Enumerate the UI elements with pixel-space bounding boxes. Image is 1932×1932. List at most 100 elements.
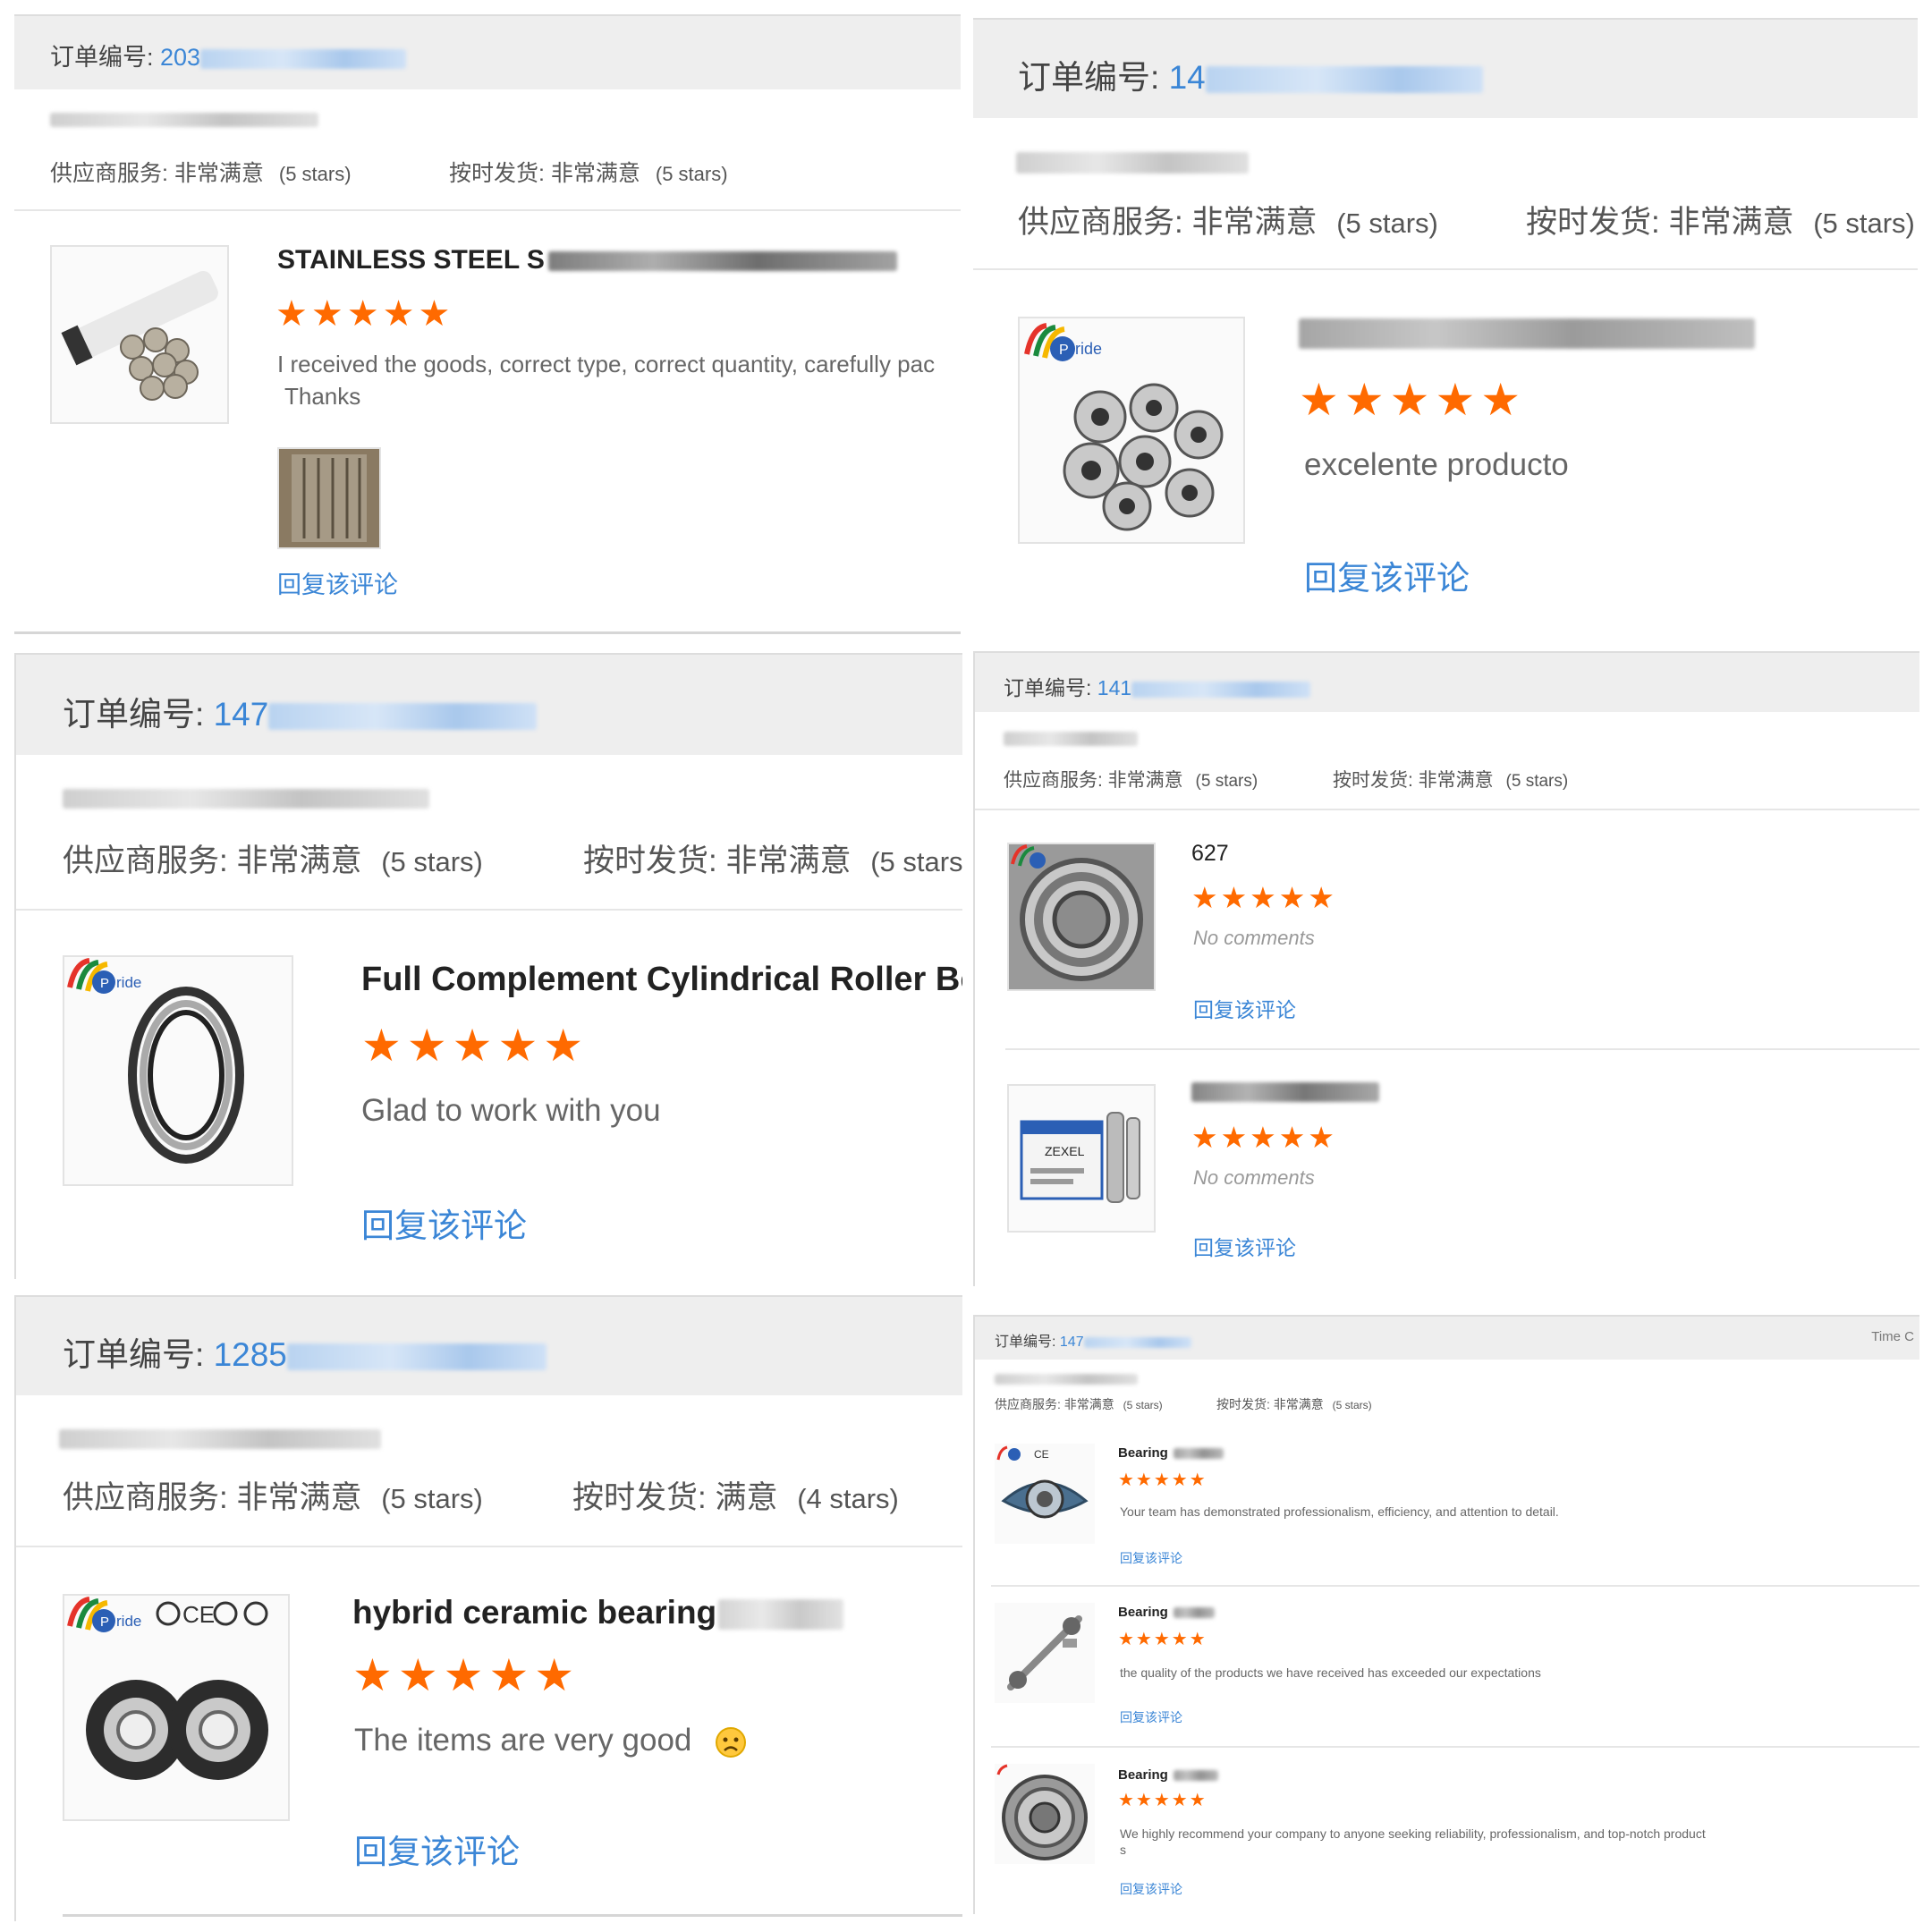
order-header: 订单编号: 147 Time C	[975, 1315, 1919, 1360]
reply-link[interactable]: 回复该评论	[1120, 1880, 1182, 1898]
supplier-service-rating: 供应商服务: 非常满意 (5 stars)	[63, 843, 483, 878]
order-label: 订单编号:	[63, 1336, 214, 1373]
review-panel-2: 订单编号: 14 供应商服务: 非常满意 (5 stars) 按时发货: 非常满…	[973, 18, 1918, 635]
review-comment: Your team has demonstrated professionali…	[1120, 1504, 1559, 1519]
pride-logo: Pride	[1024, 323, 1102, 361]
reply-link[interactable]: 回复该评论	[1304, 551, 1470, 599]
supplier-service-rating: 供应商服务: 非常满意 (5 stars)	[63, 1480, 483, 1515]
sad-face-emoji	[716, 1726, 747, 1758]
supplier-service-rating: 供应商服务: 非常满意 (5 stars)	[995, 1397, 1163, 1411]
star-icon: ★★★★★	[1118, 1470, 1208, 1490]
product-title[interactable]: Bearing	[1118, 1767, 1218, 1783]
product-title[interactable]: Full Complement Cylindrical Roller Be	[361, 961, 962, 999]
review-photo[interactable]	[277, 447, 381, 549]
svg-text:ZEXEL: ZEXEL	[1045, 1144, 1085, 1158]
on-time-delivery-rating: 按时发货: 非常满意 (5 stars)	[1526, 205, 1915, 240]
reply-link[interactable]: 回复该评论	[1193, 1231, 1296, 1261]
svg-text:ride: ride	[116, 1613, 141, 1630]
on-time-delivery-rating: 按时发货: 满意 (4 stars)	[572, 1480, 899, 1515]
buyer-name-blurred	[995, 1374, 1138, 1385]
order-label: 订单编号:	[995, 1335, 1060, 1350]
svg-text:ride: ride	[1075, 340, 1102, 358]
svg-text:P: P	[100, 976, 109, 991]
pride-logo: Pride	[67, 958, 141, 994]
review-comment: Glad to work with you	[361, 1093, 661, 1128]
review-panel-5: 订单编号: 1285 供应商服务: 非常满意 (5 stars) 按时发货: 满…	[14, 1295, 962, 1921]
product-thumbnail[interactable]	[995, 1764, 1095, 1864]
product-title[interactable]: 627	[1191, 841, 1229, 867]
product-thumbnail[interactable]	[50, 245, 229, 424]
order-number[interactable]: 147	[1060, 1335, 1084, 1350]
product-thumbnail[interactable]: ZEXEL	[1007, 1084, 1156, 1233]
buyer-name-blurred	[63, 789, 429, 809]
product-title[interactable]: Bearing	[1118, 1605, 1215, 1620]
product-thumbnail[interactable]: Pride	[1018, 317, 1245, 544]
order-number[interactable]: 203	[160, 44, 200, 71]
star-icon: ★★★★★	[361, 1021, 589, 1071]
order-label: 订单编号:	[63, 696, 214, 733]
reply-link[interactable]: 回复该评论	[1193, 993, 1296, 1023]
order-header: 订单编号: 1285	[16, 1295, 962, 1395]
review-panel-1: 订单编号: 203 供应商服务: 非常满意 (5 stars) 按时发货: 非常…	[14, 14, 961, 637]
product-title-blurred[interactable]	[1191, 1082, 1379, 1102]
product-thumbnail[interactable]: Pride CE	[63, 1594, 290, 1821]
svg-text:CE: CE	[1034, 1448, 1049, 1461]
svg-text:P: P	[1059, 343, 1069, 358]
review-comment-line-2: Thanks	[284, 383, 361, 410]
star-icon: ★★★★★	[1118, 1630, 1208, 1649]
order-number[interactable]: 147	[214, 696, 269, 733]
star-icon: ★★★★★	[1191, 881, 1337, 914]
on-time-delivery-rating: 按时发货: 非常满意 (5 stars)	[1216, 1397, 1372, 1411]
review-comment: No comments	[1193, 927, 1315, 949]
review-panel-6: 订单编号: 147 Time C 供应商服务: 非常满意 (5 stars) 按…	[973, 1315, 1919, 1914]
reply-link[interactable]: 回复该评论	[1120, 1549, 1182, 1567]
review-comment: the quality of the products we have rece…	[1120, 1665, 1541, 1680]
review-comment-line-2: s	[1120, 1843, 1126, 1857]
order-header: 订单编号: 147	[16, 653, 962, 755]
review-comment: No comments	[1193, 1166, 1315, 1189]
buyer-name-blurred	[1004, 732, 1138, 746]
product-title-blurred[interactable]	[1299, 318, 1755, 349]
order-label: 订单编号:	[50, 44, 161, 71]
svg-text:ride: ride	[116, 974, 141, 991]
buyer-name-blurred	[1016, 152, 1249, 174]
buyer-name-blurred	[59, 1429, 381, 1449]
reply-link[interactable]: 回复该评论	[361, 1199, 527, 1247]
reply-link[interactable]: 回复该评论	[354, 1825, 520, 1873]
star-icon: ★★★★★	[1191, 1121, 1337, 1154]
product-title[interactable]: STAINLESS STEEL S	[277, 245, 897, 275]
supplier-service-rating: 供应商服务: 非常满意 (5 stars)	[1018, 205, 1438, 240]
product-thumbnail[interactable]	[995, 1603, 1095, 1703]
review-comment: The items are very good	[354, 1723, 747, 1758]
on-time-delivery-rating: 按时发货: 非常满意 (5 stars)	[1333, 770, 1569, 791]
svg-text:P: P	[100, 1614, 109, 1630]
review-panel-4: 订单编号: 141 供应商服务: 非常满意 (5 stars) 按时发货: 非常…	[973, 651, 1919, 1286]
review-panel-3: 订单编号: 147 供应商服务: 非常满意 (5 stars) 按时发货: 非常…	[14, 653, 962, 1279]
review-comment: I received the goods, correct type, corr…	[277, 351, 936, 377]
order-header: 订单编号: 203	[14, 14, 961, 89]
pride-logo: Pride	[67, 1597, 141, 1632]
order-number[interactable]: 141	[1097, 676, 1131, 699]
order-number[interactable]: 14	[1169, 59, 1206, 96]
review-comment: excelente producto	[1304, 447, 1569, 482]
on-time-delivery-rating: 按时发货: 非常满意 (5 stars)	[449, 161, 728, 186]
product-thumbnail[interactable]: CE	[995, 1444, 1095, 1544]
reply-link[interactable]: 回复该评论	[1120, 1708, 1182, 1726]
reply-link[interactable]: 回复该评论	[277, 565, 398, 600]
order-label: 订单编号:	[1018, 59, 1169, 96]
order-header: 订单编号: 14	[973, 18, 1918, 118]
product-title[interactable]: hybrid ceramic bearing	[352, 1594, 844, 1631]
star-icon: ★★★★★	[352, 1650, 580, 1700]
product-thumbnail[interactable]: Pride	[63, 955, 293, 1186]
order-number[interactable]: 1285	[214, 1336, 287, 1373]
product-thumbnail[interactable]	[1007, 843, 1156, 991]
svg-text:CE: CE	[182, 1601, 215, 1628]
star-icon: ★★★★★	[275, 294, 454, 334]
order-header: 订单编号: 141	[975, 651, 1919, 712]
star-icon: ★★★★★	[1299, 375, 1527, 425]
on-time-delivery-rating: 按时发货: 非常满意 (5 stars)	[583, 843, 962, 878]
order-label: 订单编号:	[1004, 676, 1097, 699]
product-title[interactable]: Bearing	[1118, 1445, 1224, 1461]
star-icon: ★★★★★	[1118, 1791, 1208, 1810]
supplier-service-rating: 供应商服务: 非常满意 (5 stars)	[1004, 770, 1258, 791]
